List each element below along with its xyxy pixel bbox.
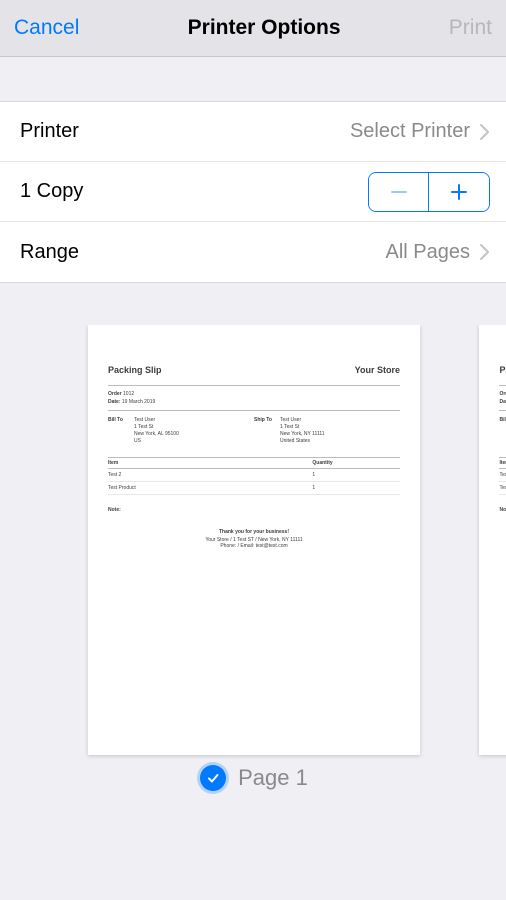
range-label: Range xyxy=(20,241,79,264)
qty-header: Quantity xyxy=(312,458,400,469)
ship-to-label: Ship To xyxy=(254,417,280,445)
ship-to-value: Test User1 Test StNew York, NY 11111Unit… xyxy=(280,417,325,445)
nav-bar: Cancel Printer Options Print xyxy=(0,0,506,57)
preview-page-content: Packing Slip Your Store Order 1012 Date:… xyxy=(479,325,506,755)
date-value: 19 March 2019 xyxy=(122,399,155,405)
page-label: Page 1 xyxy=(238,765,308,791)
doc-title: Packing Slip xyxy=(499,365,506,375)
doc-title: Packing Slip xyxy=(108,365,162,375)
item-name: Test 2 xyxy=(499,469,506,482)
item-qty: 1 xyxy=(312,469,400,482)
table-row: Test 21 xyxy=(499,469,506,482)
bill-to-value: Test User1 Test StNew York, AL 95100US xyxy=(134,417,179,445)
table-row: Test 21 xyxy=(108,469,400,482)
item-name: Test Product xyxy=(108,482,312,495)
printer-label: Printer xyxy=(20,120,79,143)
page-selected-check-icon[interactable] xyxy=(200,765,226,791)
table-row: Test Product1 xyxy=(499,482,506,495)
copies-label: 1 Copy xyxy=(20,180,83,203)
note-label: Note: xyxy=(499,507,506,513)
items-table: Item Quantity Test 21Test Product1 xyxy=(108,457,400,495)
note-label: Note: xyxy=(108,507,400,513)
preview-page-content: Packing Slip Your Store Order 1012 Date:… xyxy=(88,325,420,755)
chevron-right-icon xyxy=(480,124,490,140)
table-row: Test Product1 xyxy=(108,482,400,495)
print-button[interactable]: Print xyxy=(449,16,492,40)
order-label: Order xyxy=(499,391,506,397)
item-name: Test Product xyxy=(499,482,506,495)
range-value: All Pages xyxy=(386,241,471,264)
date-label: Date: xyxy=(499,399,506,405)
footer-contact: Phone: / Email: test@test.com xyxy=(220,543,287,549)
chevron-right-icon xyxy=(480,244,490,260)
printer-row[interactable]: Printer Select Printer xyxy=(0,102,506,162)
minus-icon xyxy=(390,183,408,201)
decrement-button[interactable] xyxy=(369,173,429,211)
bill-to-label: Bill To xyxy=(108,417,134,445)
preview-page-1[interactable]: Packing Slip Your Store Order 1012 Date:… xyxy=(88,325,420,791)
item-header: Item xyxy=(499,458,506,469)
options-list: Printer Select Printer 1 Copy Ra xyxy=(0,101,506,283)
item-header: Item xyxy=(108,458,312,469)
range-row[interactable]: Range All Pages xyxy=(0,222,506,282)
printer-value: Select Printer xyxy=(350,120,470,143)
page-title: Printer Options xyxy=(188,16,341,40)
items-body: Test 21Test Product1 xyxy=(108,469,400,495)
item-name: Test 2 xyxy=(108,469,312,482)
bill-to-label: Bill To xyxy=(499,417,506,445)
item-qty: 1 xyxy=(312,482,400,495)
order-label: Order xyxy=(108,391,122,397)
copies-stepper xyxy=(368,172,490,212)
cancel-button[interactable]: Cancel xyxy=(14,16,79,40)
items-table: Item Quantity Test 21Test Product1 xyxy=(499,457,506,495)
spacer xyxy=(0,57,506,101)
copies-row: 1 Copy xyxy=(0,162,506,222)
preview-page-2[interactable]: Packing Slip Your Store Order 1012 Date:… xyxy=(479,325,506,755)
items-body: Test 21Test Product1 xyxy=(499,469,506,495)
plus-icon xyxy=(450,183,468,201)
order-value: 1012 xyxy=(123,391,134,397)
footer-thanks: Thank you for your business! xyxy=(108,529,400,535)
increment-button[interactable] xyxy=(429,173,489,211)
doc-store: Your Store xyxy=(355,365,400,375)
preview-scroller[interactable]: Packing Slip Your Store Order 1012 Date:… xyxy=(0,325,506,900)
date-label: Date: xyxy=(108,399,121,405)
